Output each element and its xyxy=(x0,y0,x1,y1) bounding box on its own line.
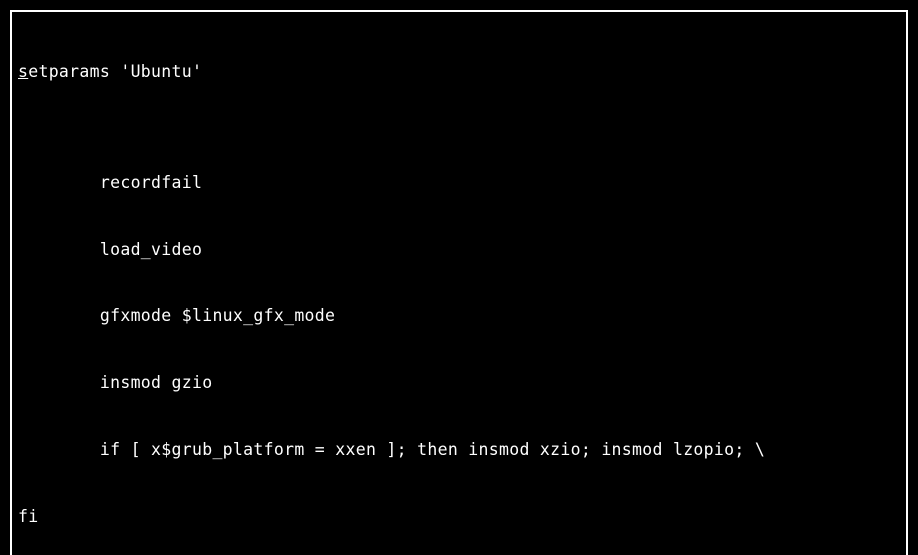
editor-text: load_video xyxy=(18,240,202,259)
editor-line[interactable]: load_video xyxy=(18,239,900,261)
editor-line[interactable]: fi xyxy=(18,506,900,528)
cursor-char: s xyxy=(18,62,28,81)
editor-text: if [ x$grub_platform = xxen ]; then insm… xyxy=(18,440,765,459)
editor-text: insmod gzio xyxy=(18,373,212,392)
grub-boot-entry-editor[interactable]: setparams 'Ubuntu' recordfail load_video… xyxy=(10,10,908,555)
editor-line[interactable]: insmod gzio xyxy=(18,372,900,394)
editor-text: recordfail xyxy=(18,173,202,192)
editor-text: etparams 'Ubuntu' xyxy=(28,62,202,81)
editor-text: fi xyxy=(18,507,38,526)
editor-line[interactable]: setparams 'Ubuntu' xyxy=(18,61,900,83)
editor-line[interactable]: if [ x$grub_platform = xxen ]; then insm… xyxy=(18,439,900,461)
editor-text: gfxmode $linux_gfx_mode xyxy=(18,306,335,325)
editor-line[interactable]: recordfail xyxy=(18,172,900,194)
grub-edit-screen: setparams 'Ubuntu' recordfail load_video… xyxy=(0,0,918,555)
editor-line[interactable]: gfxmode $linux_gfx_mode xyxy=(18,305,900,327)
